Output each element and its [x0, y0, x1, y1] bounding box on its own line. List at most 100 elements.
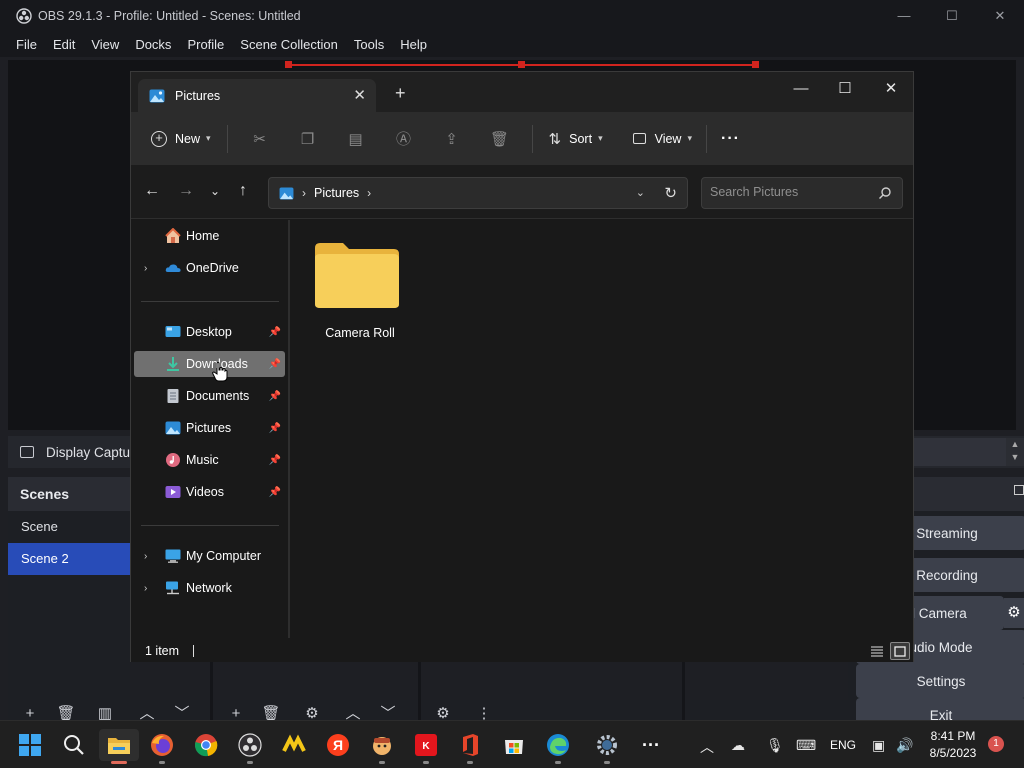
menu-help[interactable]: Help: [392, 37, 435, 52]
taskbar-store[interactable]: [494, 729, 534, 761]
taskbar-app-character[interactable]: [362, 729, 402, 764]
forward-arrow-icon[interactable]: →: [178, 183, 194, 199]
source-dropdown[interactable]: [914, 438, 1006, 466]
nav-item-videos[interactable]: Videos 📌: [134, 479, 285, 505]
delete-icon[interactable]: 🗑: [476, 130, 524, 148]
search-icon[interactable]: [878, 186, 892, 200]
breadcrumb-pictures[interactable]: Pictures: [314, 186, 359, 200]
paste-icon[interactable]: ▤: [332, 130, 380, 148]
back-arrow-icon[interactable]: ←: [144, 183, 160, 199]
tab-pictures[interactable]: Pictures ✕: [138, 79, 376, 112]
menu-scene-collection[interactable]: Scene Collection: [232, 37, 346, 52]
rename-icon[interactable]: Ⓐ: [380, 128, 428, 149]
virtual-camera-settings-icon[interactable]: ⚙: [1004, 598, 1024, 628]
obs-maximize-button[interactable]: ☐: [928, 0, 976, 31]
expand-chevron-icon[interactable]: ›: [144, 551, 147, 562]
nav-pane-splitter[interactable]: [288, 220, 290, 638]
search-input[interactable]: [710, 185, 870, 199]
copy-icon[interactable]: ❐: [284, 130, 332, 148]
search-box[interactable]: [701, 177, 903, 209]
menu-edit[interactable]: Edit: [45, 37, 83, 52]
new-button[interactable]: + New ▾: [151, 130, 211, 147]
expand-chevron-icon[interactable]: ›: [144, 583, 147, 594]
dock-undock-icon[interactable]: [1014, 485, 1024, 495]
view-button[interactable]: View ▾: [632, 132, 692, 146]
resize-handle[interactable]: [285, 61, 292, 68]
taskbar-app-yellow[interactable]: [274, 729, 314, 761]
taskbar-more-apps[interactable]: ···: [631, 729, 671, 761]
pin-icon[interactable]: 📌: [269, 391, 281, 402]
nav-item-downloads[interactable]: Downloads 📌: [134, 351, 285, 377]
nav-item-pictures[interactable]: Pictures 📌: [134, 415, 285, 441]
settings-button[interactable]: Settings: [856, 664, 1024, 698]
folder-item[interactable]: Camera Roll: [291, 220, 431, 350]
search-button[interactable]: [54, 729, 94, 761]
network-icon: [166, 581, 179, 595]
up-arrow-icon[interactable]: ↑: [239, 183, 247, 199]
clock-time[interactable]: 8:41 PM: [930, 729, 976, 743]
taskbar-edge[interactable]: [538, 729, 578, 764]
nav-item-home[interactable]: Home: [134, 223, 285, 249]
details-view-icon[interactable]: [867, 642, 887, 660]
cut-icon[interactable]: ✂: [236, 130, 284, 148]
nav-item-documents[interactable]: Documents 📌: [134, 383, 285, 409]
menu-tools[interactable]: Tools: [346, 37, 392, 52]
nav-label: My Computer: [186, 549, 262, 563]
address-bar[interactable]: › Pictures › ⌄ ↻: [268, 177, 688, 209]
address-dropdown-icon[interactable]: ⌄: [636, 186, 645, 199]
show-hidden-icons-icon[interactable]: ︿: [700, 737, 714, 757]
taskbar-chrome[interactable]: [186, 729, 226, 761]
explorer-maximize-button[interactable]: ☐: [822, 72, 868, 104]
share-icon[interactable]: ⇪: [428, 130, 476, 148]
scene-item[interactable]: Scene: [8, 511, 130, 543]
language-indicator[interactable]: ENG: [830, 738, 856, 752]
pin-icon[interactable]: 📌: [269, 327, 281, 338]
obs-close-button[interactable]: ✕: [976, 0, 1024, 31]
close-tab-icon[interactable]: ✕: [353, 86, 366, 104]
breadcrumb-chevron-icon[interactable]: ›: [367, 186, 371, 200]
clock-date[interactable]: 8/5/2023: [926, 746, 980, 760]
taskbar-obs[interactable]: [230, 729, 270, 764]
nav-item-music[interactable]: Music 📌: [134, 447, 285, 473]
menu-profile[interactable]: Profile: [179, 37, 232, 52]
start-button[interactable]: [10, 729, 50, 761]
pin-icon[interactable]: 📌: [269, 359, 281, 370]
running-indicator: [467, 761, 473, 764]
pin-icon[interactable]: 📌: [269, 423, 281, 434]
nav-item-onedrive[interactable]: › OneDrive: [134, 255, 285, 281]
menu-view[interactable]: View: [83, 37, 127, 52]
obs-minimize-button[interactable]: —: [880, 0, 928, 31]
nav-item-my-computer[interactable]: › My Computer: [134, 543, 285, 569]
nav-item-network[interactable]: › Network: [134, 575, 285, 601]
new-tab-icon[interactable]: +: [395, 84, 406, 102]
spin-arrows-icon[interactable]: ▲ ▼: [1006, 438, 1024, 466]
expand-chevron-icon[interactable]: ›: [144, 263, 147, 274]
more-options-icon[interactable]: ···: [721, 130, 740, 148]
resize-handle[interactable]: [518, 61, 525, 68]
taskbar-office[interactable]: [450, 729, 490, 764]
notification-badge[interactable]: 1: [988, 736, 1004, 752]
volume-icon[interactable]: 🔊: [896, 737, 913, 754]
menu-docks[interactable]: Docks: [127, 37, 179, 52]
recent-locations-icon[interactable]: ⌄: [210, 183, 220, 199]
nav-item-desktop[interactable]: Desktop 📌: [134, 319, 285, 345]
taskbar-file-explorer[interactable]: [99, 729, 139, 764]
network-icon[interactable]: ▣: [872, 737, 885, 754]
sort-button[interactable]: ⇅ Sort ▾: [549, 130, 603, 148]
taskbar-yandex[interactable]: Я: [318, 729, 358, 761]
explorer-close-button[interactable]: ✕: [868, 72, 914, 104]
scene-item-selected[interactable]: Scene 2: [8, 543, 130, 575]
cloud-offline-icon[interactable]: ☁: [731, 737, 745, 754]
taskbar-firefox[interactable]: [142, 729, 182, 764]
pin-icon[interactable]: 📌: [269, 455, 281, 466]
taskbar-app-red[interactable]: K: [406, 729, 446, 764]
resize-handle[interactable]: [752, 61, 759, 68]
menu-file[interactable]: File: [0, 37, 45, 52]
large-icons-view-icon[interactable]: [890, 642, 910, 660]
taskbar-settings[interactable]: [587, 729, 627, 764]
microphone-icon[interactable]: 🎙: [766, 737, 784, 754]
keyboard-icon[interactable]: ⌨: [796, 737, 816, 754]
explorer-minimize-button[interactable]: —: [778, 72, 824, 104]
refresh-icon[interactable]: ↻: [664, 184, 677, 202]
pin-icon[interactable]: 📌: [269, 487, 281, 498]
